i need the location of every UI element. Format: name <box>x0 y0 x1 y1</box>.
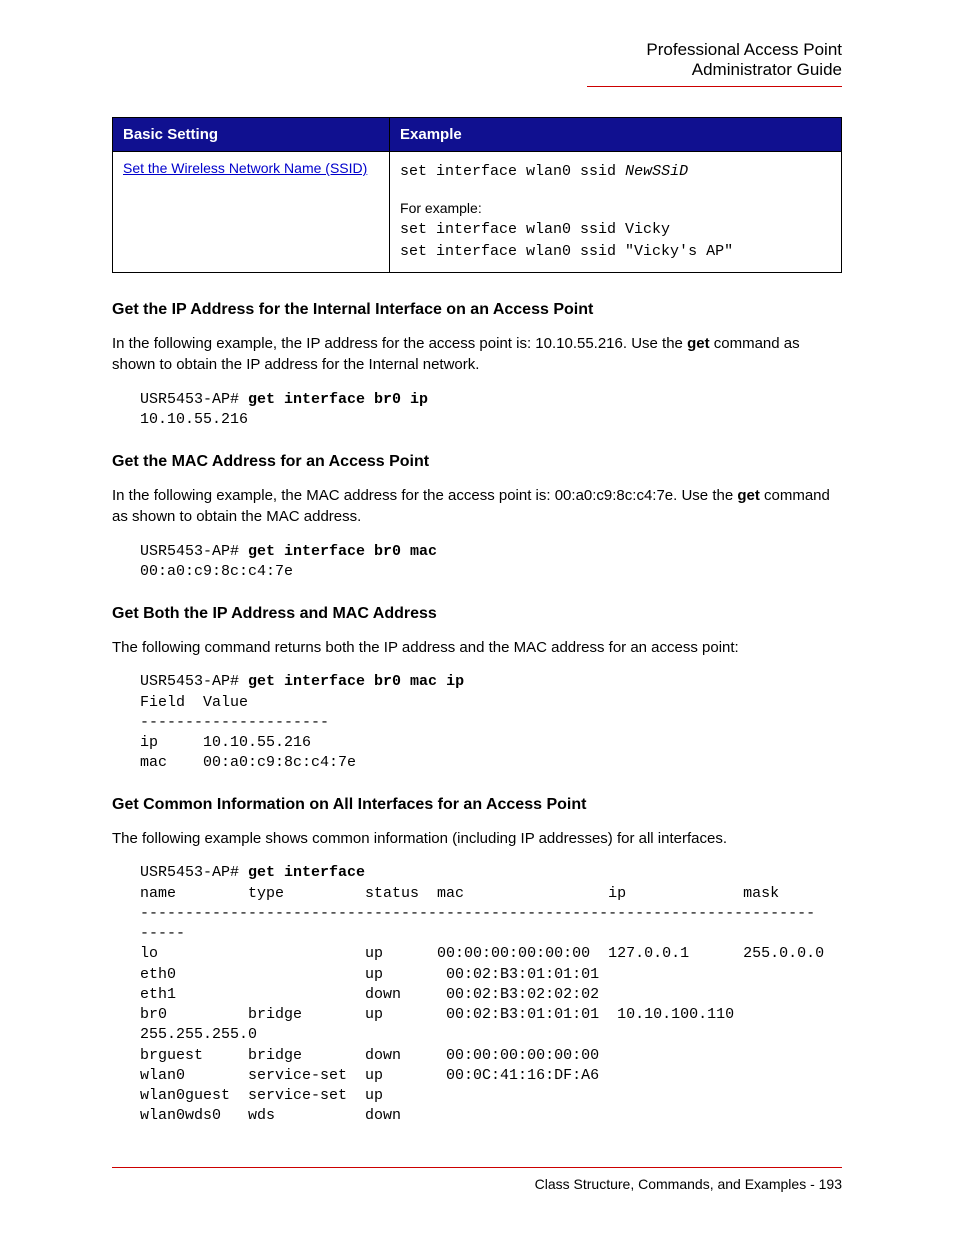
s1-cmd: get interface br0 ip <box>248 391 428 408</box>
s1-text-b: get <box>687 335 710 352</box>
s3-out: Field Value --------------------- ip 10.… <box>140 694 356 772</box>
doc-header: Professional Access Point Administrator … <box>112 40 842 87</box>
s2-text-a: In the following example, the MAC addres… <box>112 487 737 504</box>
example-cmd-1: set interface wlan0 ssid Vicky <box>400 219 831 242</box>
td-example: set interface wlan0 ssid NewSSiD For exa… <box>390 152 842 273</box>
header-line-1: Professional Access Point <box>112 40 842 60</box>
s4-prompt: USR5453-AP# <box>140 864 248 881</box>
s4-out: name type status mac ip mask -----------… <box>140 885 824 1125</box>
cmd-text: set interface wlan0 ssid <box>400 163 625 180</box>
s2-cmd: get interface br0 mac <box>248 543 437 560</box>
section-1-paragraph: In the following example, the IP address… <box>112 333 842 377</box>
s2-out: 00:a0:c9:8c:c4:7e <box>140 563 293 580</box>
header-line-2: Administrator Guide <box>112 60 842 80</box>
section-4-code: USR5453-AP# get interface name type stat… <box>140 863 842 1126</box>
cmd-italic: NewSSiD <box>625 163 688 180</box>
section-3-paragraph: The following command returns both the I… <box>112 637 842 659</box>
section-4-title: Get Common Information on All Interfaces… <box>112 796 842 814</box>
page: Professional Access Point Administrator … <box>0 0 954 1232</box>
section-2-title: Get the MAC Address for an Access Point <box>112 453 842 471</box>
s3-prompt: USR5453-AP# <box>140 673 248 690</box>
s1-text-a: In the following example, the IP address… <box>112 335 687 352</box>
table-row: Set the Wireless Network Name (SSID) set… <box>113 152 842 273</box>
section-3-title: Get Both the IP Address and MAC Address <box>112 605 842 623</box>
th-basic-setting: Basic Setting <box>113 118 390 152</box>
section-4-paragraph: The following example shows common infor… <box>112 828 842 850</box>
s4-cmd: get interface <box>248 864 365 881</box>
s1-prompt: USR5453-AP# <box>140 391 248 408</box>
ssid-link[interactable]: Set the Wireless Network Name (SSID) <box>123 160 367 176</box>
section-3-code: USR5453-AP# get interface br0 mac ip Fie… <box>140 672 842 773</box>
section-2-code: USR5453-AP# get interface br0 mac 00:a0:… <box>140 542 842 583</box>
example-cmd-2: set interface wlan0 ssid "Vicky's AP" <box>400 241 831 264</box>
s3-cmd: get interface br0 mac ip <box>248 673 464 690</box>
header-rule <box>587 86 843 87</box>
td-setting: Set the Wireless Network Name (SSID) <box>113 152 390 273</box>
section-1-title: Get the IP Address for the Internal Inte… <box>112 301 842 319</box>
th-example: Example <box>390 118 842 152</box>
s1-out: 10.10.55.216 <box>140 411 248 428</box>
settings-table: Basic Setting Example Set the Wireless N… <box>112 117 842 273</box>
footer-text: Class Structure, Commands, and Examples … <box>112 1176 842 1192</box>
section-1-code: USR5453-AP# get interface br0 ip 10.10.5… <box>140 390 842 431</box>
s2-text-b: get <box>737 487 760 504</box>
footer-rule <box>112 1167 842 1168</box>
s2-prompt: USR5453-AP# <box>140 543 248 560</box>
for-example-label: For example: <box>400 198 831 219</box>
section-2-paragraph: In the following example, the MAC addres… <box>112 485 842 529</box>
table-header-row: Basic Setting Example <box>113 118 842 152</box>
